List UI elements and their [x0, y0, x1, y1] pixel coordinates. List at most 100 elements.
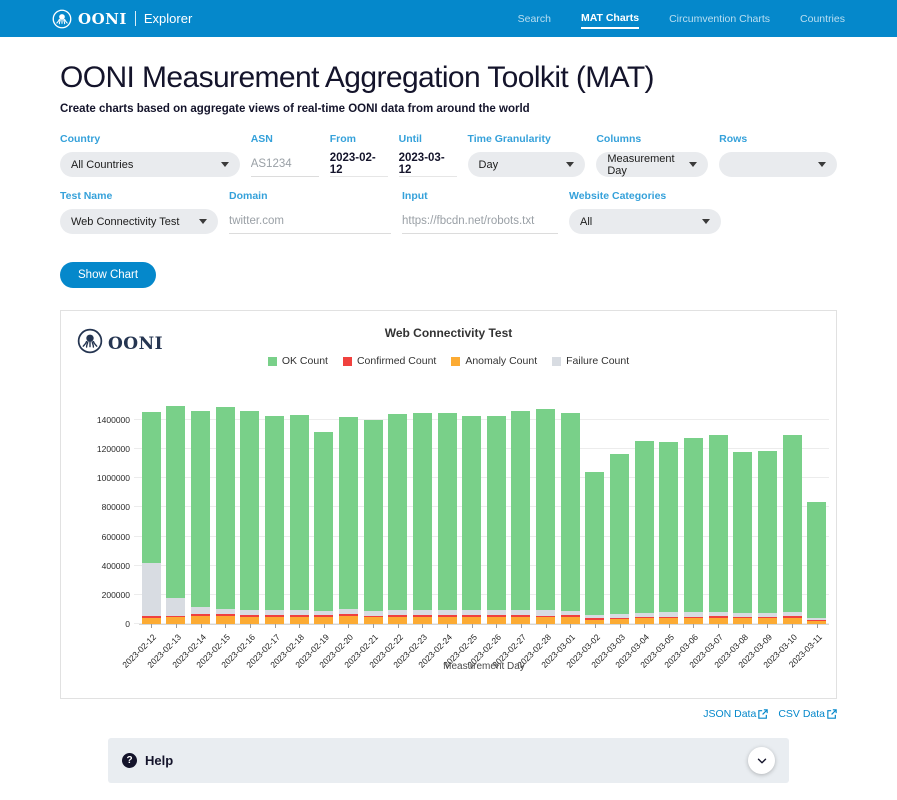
bar-segment[interactable] [388, 610, 407, 615]
bar-segment[interactable] [438, 413, 457, 609]
bar-segment[interactable] [585, 615, 604, 619]
domain-input[interactable] [229, 209, 391, 234]
csv-data-link[interactable]: CSV Data [778, 708, 837, 720]
bar-segment[interactable] [610, 618, 629, 619]
show-chart-button[interactable]: Show Chart [60, 262, 156, 288]
bar-segment[interactable] [487, 617, 506, 624]
bar-segment[interactable] [807, 618, 826, 620]
bar-segment[interactable] [536, 616, 555, 617]
bar-segment[interactable] [339, 616, 358, 624]
bar-segment[interactable] [265, 416, 284, 611]
bar-segment[interactable] [142, 616, 161, 618]
bar-segment[interactable] [240, 615, 259, 617]
bar-segment[interactable] [610, 454, 629, 613]
bar-segment[interactable] [561, 611, 580, 616]
until-date-input[interactable]: 2023-03-12 [399, 152, 457, 177]
bar-segment[interactable] [166, 616, 185, 617]
bar-segment[interactable] [659, 617, 678, 618]
bar-segment[interactable] [314, 432, 333, 610]
bar-segment[interactable] [216, 407, 235, 609]
columns-select[interactable]: Measurement Day [596, 152, 708, 177]
bar-segment[interactable] [290, 610, 309, 615]
bar-segment[interactable] [610, 614, 629, 618]
bar-segment[interactable] [462, 416, 481, 610]
bar-segment[interactable] [511, 615, 530, 617]
legend-item[interactable]: OK Count [268, 355, 328, 367]
bar-segment[interactable] [758, 617, 777, 618]
bar-segment[interactable] [511, 610, 530, 615]
bar-segment[interactable] [659, 612, 678, 616]
bar-segment[interactable] [487, 610, 506, 615]
bar-segment[interactable] [265, 615, 284, 617]
bar-segment[interactable] [462, 610, 481, 615]
bar-segment[interactable] [709, 612, 728, 616]
bar-segment[interactable] [339, 614, 358, 616]
bar-segment[interactable] [240, 411, 259, 610]
bar-segment[interactable] [364, 616, 383, 617]
bar-segment[interactable] [290, 617, 309, 624]
bar-segment[interactable] [709, 435, 728, 612]
bar-segment[interactable] [388, 617, 407, 624]
bar-segment[interactable] [536, 617, 555, 624]
bar-segment[interactable] [191, 607, 210, 614]
from-date-input[interactable]: 2023-02-12 [330, 152, 388, 177]
bar-segment[interactable] [364, 617, 383, 624]
bar-segment[interactable] [511, 617, 530, 624]
bar-segment[interactable] [388, 615, 407, 617]
legend-item[interactable]: Anomaly Count [451, 355, 537, 367]
bar-segment[interactable] [265, 617, 284, 624]
bar-segment[interactable] [216, 609, 235, 615]
bar-segment[interactable] [635, 617, 654, 618]
country-select[interactable]: All Countries [60, 152, 240, 177]
bar-segment[interactable] [438, 617, 457, 624]
bar-segment[interactable] [783, 435, 802, 612]
bar-segment[interactable] [413, 615, 432, 617]
bar-segment[interactable] [265, 610, 284, 615]
test-name-select[interactable]: Web Connectivity Test [60, 209, 218, 234]
bar-segment[interactable] [783, 612, 802, 616]
bar-segment[interactable] [314, 617, 333, 624]
bar-segment[interactable] [314, 615, 333, 617]
time-granularity-select[interactable]: Day [468, 152, 586, 177]
bar-segment[interactable] [413, 610, 432, 615]
bar-segment[interactable] [807, 502, 826, 619]
legend-item[interactable]: Confirmed Count [343, 355, 436, 367]
bar-segment[interactable] [314, 611, 333, 615]
bar-segment[interactable] [240, 617, 259, 624]
bar-segment[interactable] [166, 598, 185, 616]
bar-segment[interactable] [684, 438, 703, 612]
bar-segment[interactable] [684, 612, 703, 616]
bar-segment[interactable] [413, 617, 432, 624]
bar-segment[interactable] [511, 411, 530, 610]
bar-segment[interactable] [635, 441, 654, 613]
bar-segment[interactable] [191, 411, 210, 608]
nav-item-circumvention-charts[interactable]: Circumvention Charts [669, 9, 770, 28]
bar-segment[interactable] [339, 609, 358, 614]
bar-segment[interactable] [216, 616, 235, 624]
input-input[interactable] [402, 209, 558, 234]
website-categories-select[interactable]: All [569, 209, 721, 234]
bar-segment[interactable] [216, 614, 235, 616]
bar-segment[interactable] [561, 413, 580, 611]
bar-segment[interactable] [807, 620, 826, 621]
bar-segment[interactable] [635, 613, 654, 617]
help-accordion[interactable]: ? Help [108, 738, 789, 783]
bar-segment[interactable] [758, 451, 777, 613]
bar-segment[interactable] [561, 617, 580, 624]
bar-segment[interactable] [487, 416, 506, 610]
bar-segment[interactable] [585, 472, 604, 615]
bar-segment[interactable] [733, 613, 752, 617]
bar-segment[interactable] [191, 614, 210, 616]
bar-segment[interactable] [413, 413, 432, 610]
nav-item-search[interactable]: Search [518, 9, 551, 28]
bar-segment[interactable] [758, 613, 777, 617]
bar-segment[interactable] [339, 417, 358, 610]
bar-segment[interactable] [240, 610, 259, 615]
bar-segment[interactable] [487, 615, 506, 617]
bar-segment[interactable] [142, 563, 161, 617]
ooni-explorer-logo[interactable]: OONI Explorer [52, 9, 192, 29]
bar-segment[interactable] [585, 618, 604, 619]
bar-segment[interactable] [166, 406, 185, 598]
asn-input[interactable] [251, 152, 319, 177]
bar-segment[interactable] [536, 409, 555, 611]
